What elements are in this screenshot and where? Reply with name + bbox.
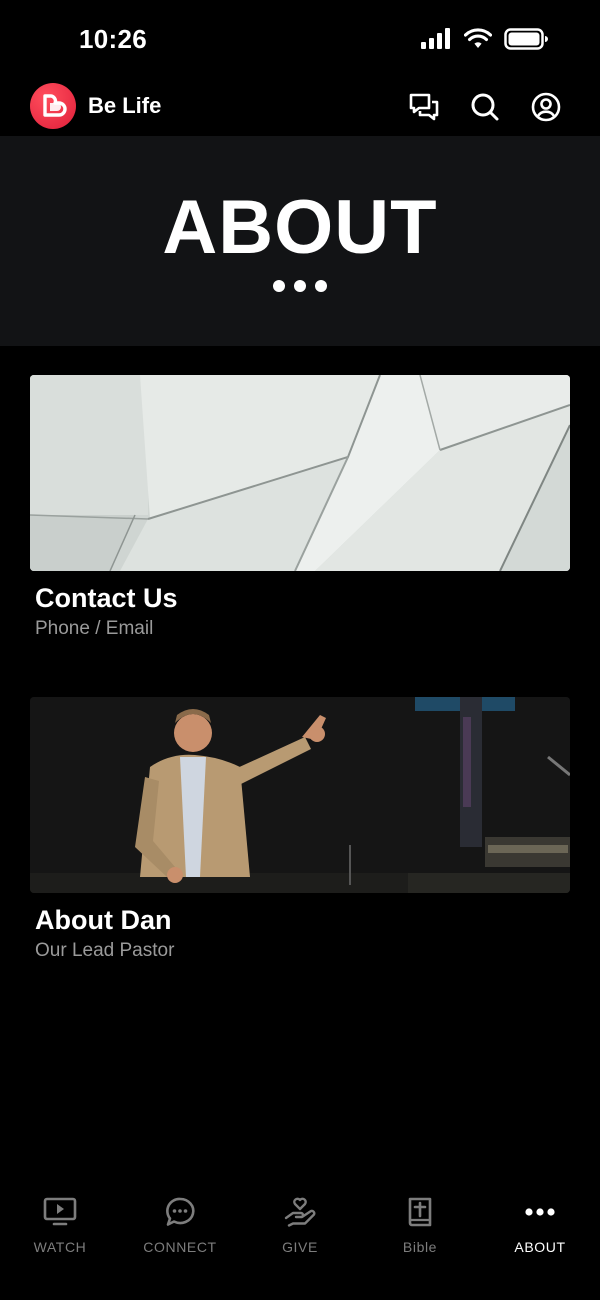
messages-button[interactable] <box>407 90 441 124</box>
tab-label: WATCH <box>33 1239 87 1255</box>
dot <box>273 280 285 292</box>
profile-button[interactable] <box>529 90 563 124</box>
contact-us-image <box>30 375 570 571</box>
tab-give[interactable]: GIVE <box>240 1180 360 1300</box>
page-hero: ABOUT <box>0 136 600 346</box>
about-dan-card[interactable]: About Dan Our Lead Pastor <box>30 697 570 962</box>
tab-label: Bible <box>402 1239 438 1255</box>
tab-label: GIVE <box>282 1239 318 1255</box>
tv-play-icon <box>40 1192 80 1232</box>
tab-about[interactable]: ABOUT <box>480 1180 600 1300</box>
search-icon <box>471 93 499 121</box>
wifi-icon <box>464 28 492 48</box>
app-header: Be Life <box>0 80 600 136</box>
card-subtitle: Phone / Email <box>35 618 154 639</box>
status-icons <box>420 28 548 50</box>
chat-bubble-icon <box>160 1192 200 1232</box>
bottom-tab-bar: WATCH CONNECT GIVE Bible ABOUT <box>0 1180 600 1300</box>
status-bar: 10:26 <box>0 0 600 80</box>
card-title: Contact Us <box>35 583 178 613</box>
about-dan-image <box>30 697 570 893</box>
dot <box>315 280 327 292</box>
signal-icon <box>421 28 450 49</box>
more-dots-icon <box>520 1192 560 1232</box>
hero-dots-decoration <box>0 280 600 292</box>
dot <box>294 280 306 292</box>
messages-icon <box>409 93 439 121</box>
battery-icon <box>504 28 548 50</box>
tab-bible[interactable]: Bible <box>360 1180 480 1300</box>
paper-abstract-image <box>30 375 570 571</box>
search-button[interactable] <box>468 90 502 124</box>
card-title: About Dan <box>35 905 172 935</box>
app-name: Be Life <box>88 93 162 118</box>
tab-connect[interactable]: CONNECT <box>120 1180 240 1300</box>
tab-label: CONNECT <box>143 1239 217 1255</box>
tab-label: ABOUT <box>514 1239 566 1255</box>
status-time: 10:26 <box>79 24 147 54</box>
logo-icon <box>43 94 67 117</box>
bible-icon <box>400 1192 440 1232</box>
page-title: ABOUT <box>162 185 438 270</box>
brand-logo[interactable] <box>30 83 76 129</box>
tab-watch[interactable]: WATCH <box>0 1180 120 1300</box>
card-subtitle: Our Lead Pastor <box>35 940 175 961</box>
contact-us-card[interactable]: Contact Us Phone / Email <box>30 375 570 640</box>
profile-icon <box>531 92 561 122</box>
hand-heart-icon <box>280 1192 320 1232</box>
pastor-on-stage-image <box>30 697 570 893</box>
